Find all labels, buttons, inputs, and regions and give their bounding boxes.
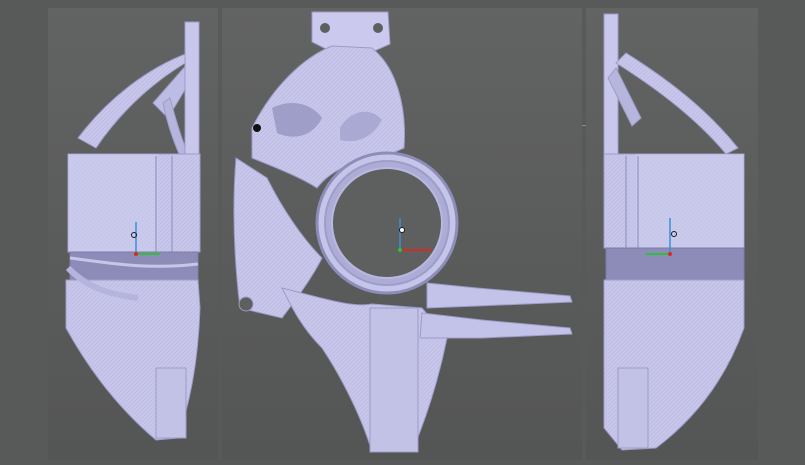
cad-workspace [0,0,805,465]
mesh-prong-lower [419,312,573,339]
mesh-prong-upper [426,282,573,309]
viewport-center[interactable] [222,8,582,460]
part-mesh-center[interactable] [222,8,582,460]
part-mesh-left[interactable] [48,8,218,460]
mesh-strut [162,97,189,157]
pivot-icon [253,124,261,132]
part-mesh-right[interactable] [586,8,758,460]
viewport-left[interactable] [48,8,218,460]
mesh-tab [184,21,200,155]
viewport-right[interactable] [586,8,758,460]
mesh-bore [331,167,443,279]
